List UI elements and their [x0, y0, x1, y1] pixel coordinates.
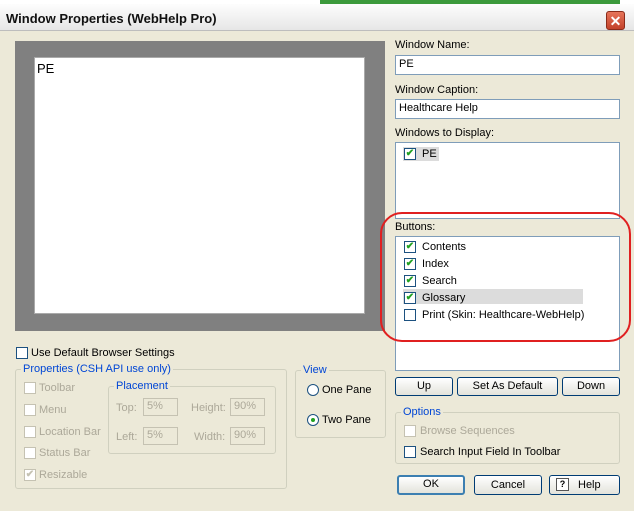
placement-group-title: Placement	[114, 380, 170, 392]
browse-sequences-label: Browse Sequences	[420, 425, 515, 437]
search-input-field-label: Search Input Field In Toolbar	[420, 446, 561, 458]
toolbar-label: Toolbar	[39, 382, 76, 394]
window-title: Window Properties (WebHelp Pro)	[6, 11, 217, 26]
window-name-label: Window Name:	[395, 39, 470, 51]
location-bar-checkbox[interactable]	[24, 426, 36, 438]
window-name-input[interactable]: PE	[395, 55, 620, 75]
help-button[interactable]: ? Help	[549, 475, 620, 495]
left-input[interactable]: 5%	[143, 427, 178, 445]
top-label: Top:	[116, 402, 137, 414]
height-label: Height:	[191, 402, 226, 414]
highlight-oval	[380, 212, 631, 342]
one-pane-radio[interactable]	[307, 384, 319, 396]
menu-label: Menu	[39, 404, 67, 416]
preview-window-name: PE	[37, 61, 55, 76]
window-pe-checkbox[interactable]: ✔	[404, 148, 416, 160]
window-pe-label: PE	[422, 148, 437, 160]
view-group-title: View	[301, 364, 329, 376]
down-button[interactable]: Down	[562, 377, 620, 396]
window-caption-input[interactable]: Healthcare Help	[395, 99, 620, 119]
use-default-browser-label: Use Default Browser Settings	[31, 347, 175, 359]
close-button[interactable]: ✕	[606, 11, 625, 30]
windows-to-display-label: Windows to Display:	[395, 127, 495, 139]
status-bar-label: Status Bar	[39, 447, 91, 459]
properties-group-title: Properties (CSH API use only)	[21, 363, 173, 375]
width-input[interactable]: 90%	[230, 427, 265, 445]
view-group	[295, 370, 386, 438]
one-pane-label: One Pane	[322, 384, 372, 396]
help-button-label: Help	[578, 479, 601, 491]
menu-checkbox[interactable]	[24, 404, 36, 416]
window-caption-label: Window Caption:	[395, 84, 479, 96]
set-as-default-button[interactable]: Set As Default	[457, 377, 558, 396]
search-input-field-checkbox[interactable]	[404, 446, 416, 458]
top-input[interactable]: 5%	[143, 398, 178, 416]
two-pane-radio[interactable]	[307, 414, 319, 426]
title-bar[interactable]: Window Properties (WebHelp Pro) ✕	[0, 4, 634, 31]
status-bar-checkbox[interactable]	[24, 447, 36, 459]
two-pane-label: Two Pane	[322, 414, 371, 426]
help-icon: ?	[556, 478, 569, 491]
height-input[interactable]: 90%	[230, 398, 265, 416]
toolbar-checkbox[interactable]	[24, 382, 36, 394]
location-bar-label: Location Bar	[39, 426, 101, 438]
options-group-title: Options	[401, 406, 443, 418]
up-button[interactable]: Up	[395, 377, 453, 396]
ok-button[interactable]: OK	[397, 475, 465, 495]
width-label: Width:	[194, 431, 226, 443]
window-preview-pane	[34, 57, 365, 314]
cancel-button[interactable]: Cancel	[474, 475, 542, 495]
resizable-checkbox[interactable]: ✔	[24, 469, 36, 481]
left-label: Left:	[116, 431, 138, 443]
use-default-browser-checkbox[interactable]	[16, 347, 28, 359]
resizable-label: Resizable	[39, 469, 88, 481]
browse-sequences-checkbox[interactable]	[404, 425, 416, 437]
